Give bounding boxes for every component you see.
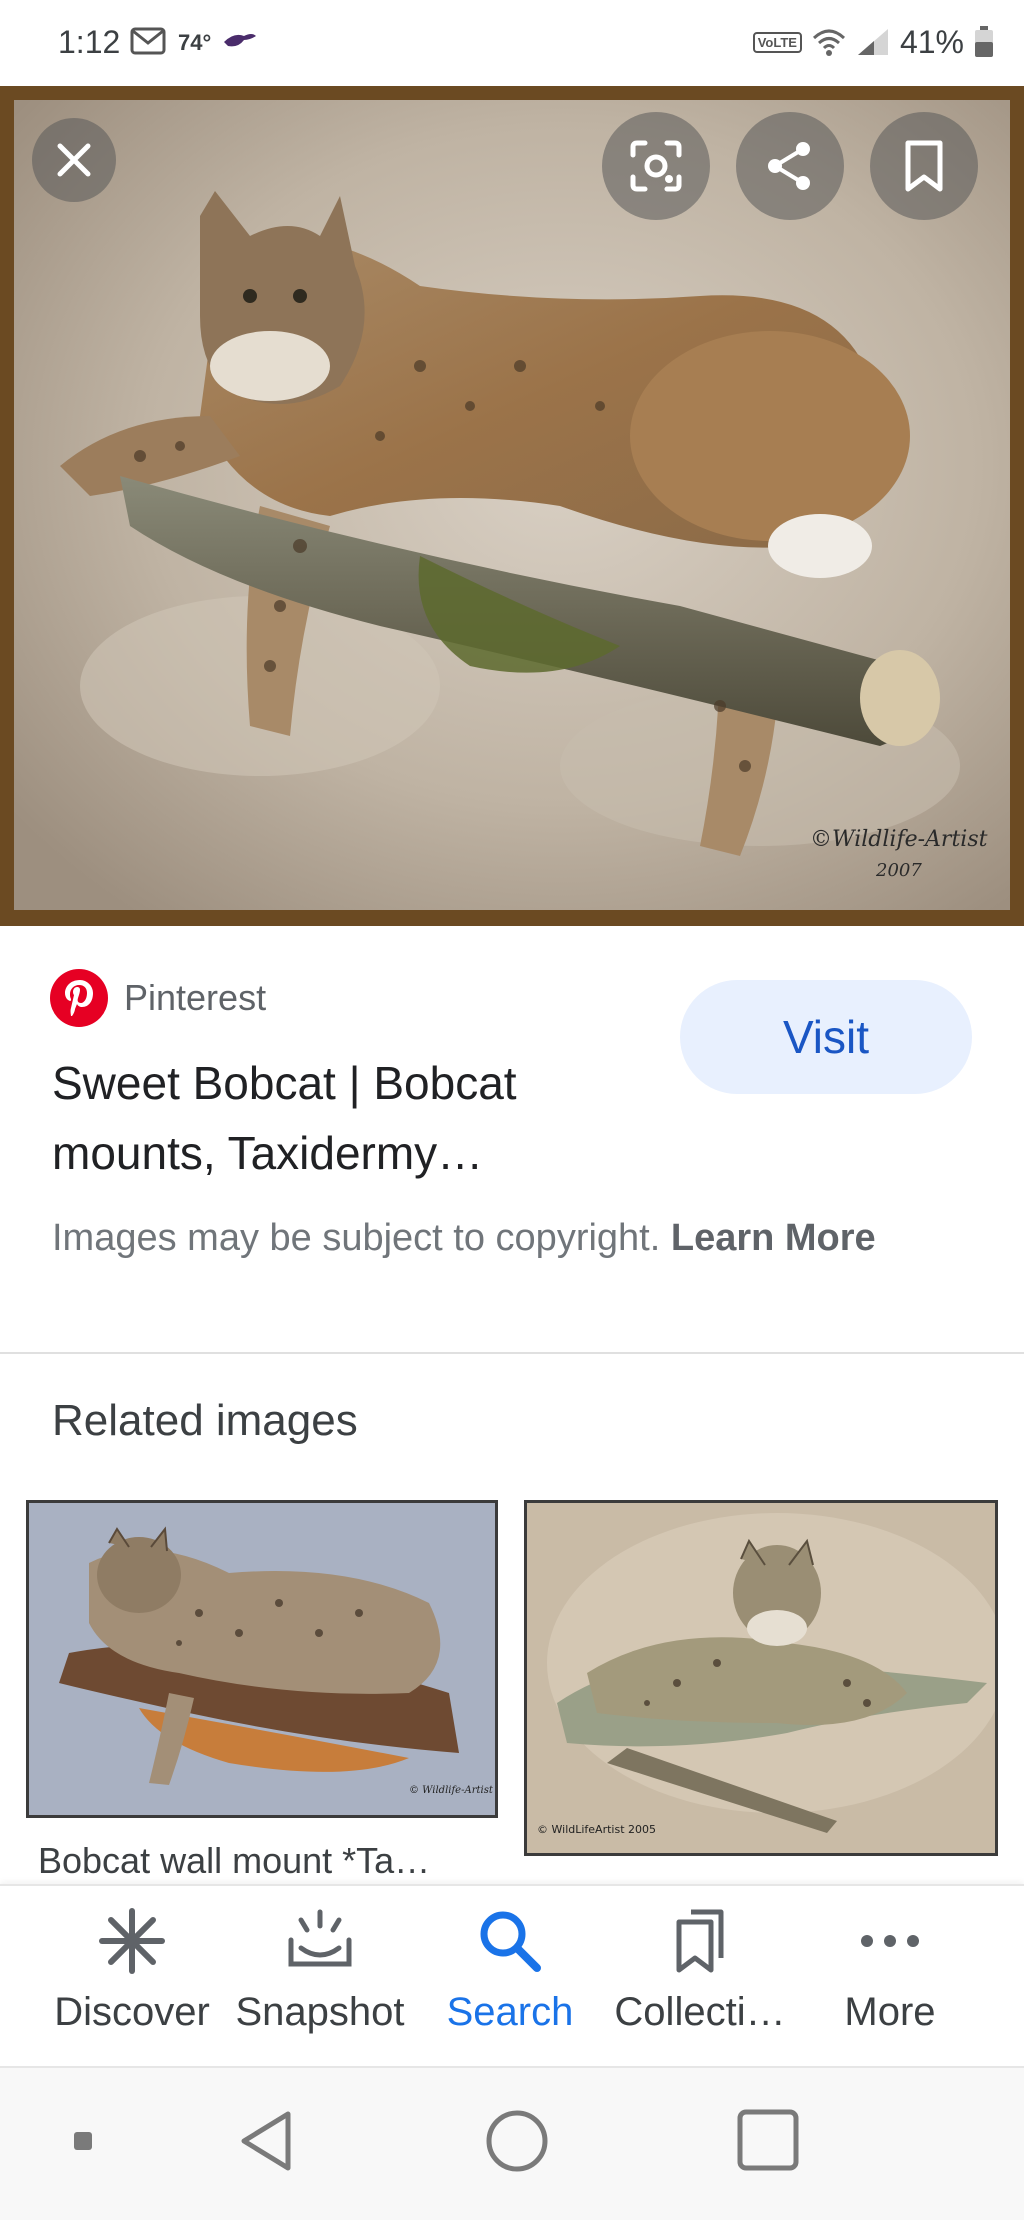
status-right: VoLTE 41% [752, 22, 994, 62]
bottom-navigation: Discover Snapshot Search Collecti… More [0, 1884, 1024, 2066]
related-images-heading: Related images [52, 1396, 358, 1445]
visit-button[interactable]: Visit [680, 980, 972, 1094]
volte-icon: VoLTE [752, 31, 802, 53]
gmail-icon [130, 27, 166, 55]
battery-icon [975, 26, 993, 57]
result-title[interactable]: Sweet Bobcat | Bobcat mounts, Taxidermy… [52, 1048, 612, 1188]
bookmark-icon [905, 140, 943, 192]
share-button[interactable] [736, 112, 844, 220]
status-time: 1:12 [58, 24, 121, 60]
watermark-year: 2007 [875, 860, 922, 881]
watermark-text: ©Wildlife-Artist [810, 827, 988, 852]
related-image-thumb[interactable]: © WildLifeArtist 2005 [524, 1500, 998, 1856]
copyright-notice: Images may be subject to copyright. Lear… [52, 1210, 952, 1267]
copyright-text: Images may be subject to copyright. [52, 1217, 671, 1259]
nav-label: Collecti… [614, 1990, 786, 2034]
bobcat-photo: ©Wildlife-Artist 2007 [14, 100, 1010, 910]
nav-label: More [844, 1990, 936, 2034]
weather-bird-icon [224, 34, 256, 47]
image-viewer[interactable]: ©Wildlife-Artist 2007 [0, 86, 1024, 926]
recent-app-icon[interactable] [72, 2130, 94, 2152]
bookmark-button[interactable] [870, 112, 978, 220]
snapshot-icon [288, 1909, 352, 1967]
back-icon[interactable] [236, 2108, 296, 2174]
divider [0, 1352, 1024, 1354]
system-navigation-bar [0, 2066, 1024, 2220]
status-bar: 1:12 74° VoLTE 41% [0, 0, 1024, 86]
share-icon [768, 142, 810, 190]
wifi-icon [812, 29, 845, 56]
nav-more[interactable]: More [790, 1906, 990, 2056]
more-dots-icon [861, 1935, 919, 1947]
nav-label: Search [446, 1990, 574, 2034]
thumb2-watermark: © WildLifeArtist 2005 [537, 1823, 656, 1836]
close-button[interactable] [32, 118, 116, 202]
nav-collections[interactable]: Collecti… [600, 1906, 800, 2056]
search-icon [480, 1911, 541, 1972]
collections-icon [676, 1909, 724, 1973]
related-image-caption[interactable]: Bobcat wall mount *Ta… [38, 1840, 430, 1882]
overview-icon[interactable] [736, 2108, 800, 2172]
signal-icon [857, 29, 888, 55]
asterisk-icon [99, 1908, 165, 1974]
nav-label: Snapshot [235, 1990, 405, 2034]
nav-snapshot[interactable]: Snapshot [220, 1906, 420, 2056]
close-icon [57, 143, 91, 177]
battery-percent: 41% [899, 23, 964, 60]
source-name: Pinterest [124, 977, 267, 1018]
thumb1-watermark: © Wildlife-Artist 2013 [409, 1785, 495, 1796]
related-image-thumb[interactable]: © Wildlife-Artist 2013 [26, 1500, 498, 1818]
nav-label: Discover [54, 1990, 210, 2034]
home-icon[interactable] [484, 2108, 550, 2174]
status-temperature: 74° [178, 30, 212, 55]
nav-discover[interactable]: Discover [32, 1906, 232, 2056]
lens-button[interactable] [602, 112, 710, 220]
nav-search[interactable]: Search [410, 1906, 610, 2056]
bobcat-thumbnail-1: © Wildlife-Artist 2013 [29, 1503, 495, 1815]
pinterest-logo-icon [50, 969, 108, 1027]
bobcat-thumbnail-2: © WildLifeArtist 2005 [527, 1503, 995, 1853]
learn-more-link[interactable]: Learn More [671, 1217, 876, 1259]
source-row[interactable]: Pinterest [50, 968, 266, 1028]
lens-icon [630, 140, 682, 192]
